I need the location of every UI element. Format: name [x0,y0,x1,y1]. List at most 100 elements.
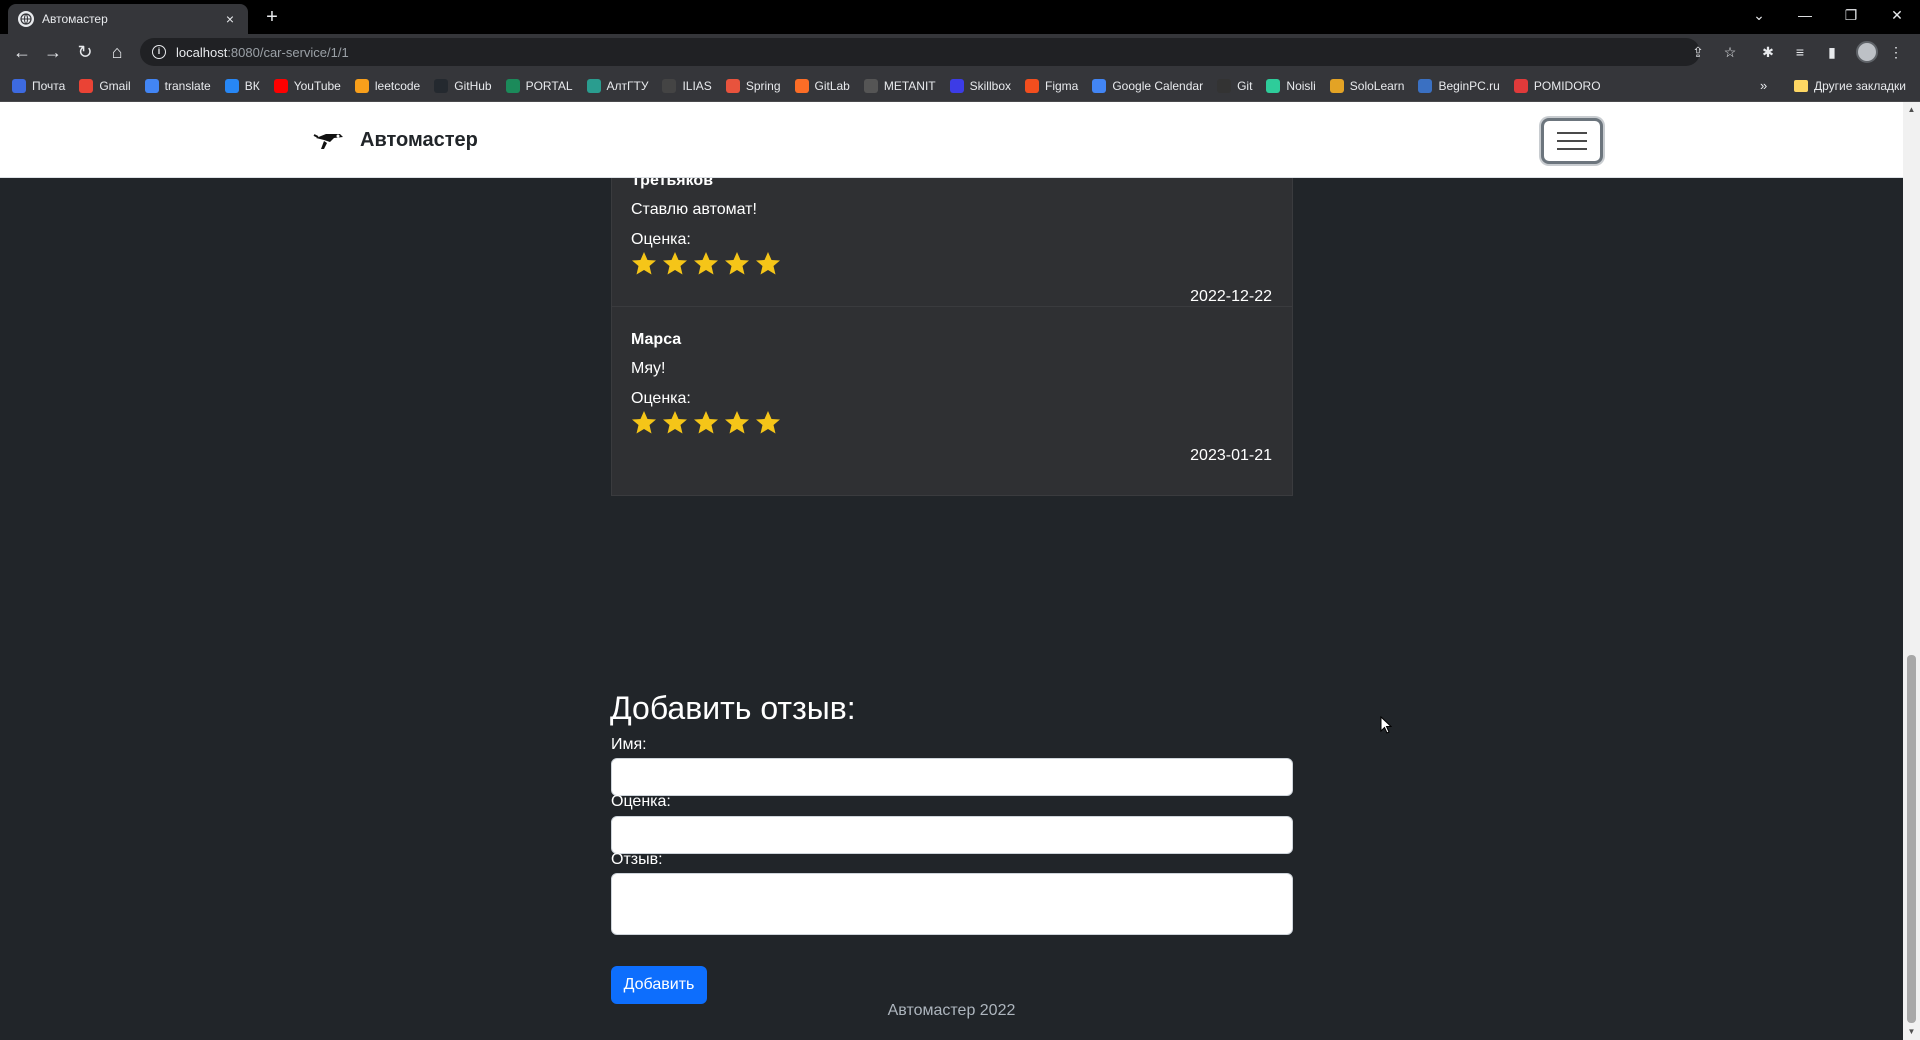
close-icon[interactable]: × [222,11,238,27]
share-icon[interactable]: ⇪ [1688,42,1708,62]
bookmark-item[interactable]: Spring [725,78,781,93]
forward-icon[interactable]: → [41,40,65,64]
translate-icon [144,78,159,93]
review-card: Марса Мяу! Оценка: 2023-01-21 [611,306,1293,496]
tab-search-icon[interactable]: ⌄ [1736,0,1782,30]
star-icon [725,252,749,275]
browser-tab[interactable]: Автомастер × [8,4,248,34]
new-tab-button[interactable]: + [260,6,284,30]
address-bar[interactable]: i localhost:8080/car-service/1/1 [140,38,1700,66]
gitlab-icon [794,78,809,93]
rating-label: Оценка: [611,793,671,810]
bookmark-item[interactable]: Git [1217,78,1253,93]
bookmark-item[interactable]: Gmail [79,78,131,93]
review-label: Отзыв: [611,851,663,868]
bookmark-item[interactable]: POMIDORO [1513,78,1601,93]
more-bookmarks-button[interactable]: » [1760,78,1767,93]
navbar-toggler-button[interactable] [1541,118,1603,164]
media-icon[interactable]: ≡ [1790,42,1810,62]
star-icon [694,252,718,275]
bookmark-label: Git [1237,78,1253,93]
portal-icon [505,78,520,93]
other-bookmarks-folder[interactable]: Другие закладки [1794,70,1906,102]
gmail-icon [79,78,94,93]
bookmark-star-icon[interactable]: ☆ [1720,42,1740,62]
bookmark-item[interactable]: ILIAS [662,78,712,93]
submit-button[interactable]: Добавить [611,966,707,1004]
bookmark-label: ВК [244,78,260,93]
brand-link[interactable]: Автомастер [312,126,478,154]
beginpc-icon [1418,78,1433,93]
hamburger-line [1557,132,1587,134]
github-icon [434,78,449,93]
bookmark-item[interactable]: Почта [12,78,65,93]
pomidoro-icon [1513,78,1528,93]
review-textarea[interactable] [611,873,1293,935]
url-host: localhost [176,44,228,60]
hamburger-line [1557,140,1587,142]
bookmark-item[interactable]: translate [144,78,211,93]
bookmark-item[interactable]: АлтГТУ [586,78,648,93]
star-icon [632,411,656,434]
bookmark-item[interactable]: ВК [224,78,260,93]
bookmark-item[interactable]: SoloLearn [1329,78,1405,93]
site-info-icon[interactable]: i [152,45,166,59]
star-icon [663,411,687,434]
name-input[interactable] [611,758,1293,796]
star-icon [663,252,687,275]
other-bookmarks-label: Другие закладки [1814,79,1906,93]
globe-icon [18,11,34,27]
bookmark-item[interactable]: Google Calendar [1092,78,1204,93]
scrollbar-thumb[interactable] [1907,655,1916,1023]
side-panel-icon[interactable]: ▮ [1822,42,1842,62]
bookmark-item[interactable]: Figma [1025,78,1078,93]
bookmark-label: BeginPC.ru [1438,78,1500,93]
bookmark-item[interactable]: Skillbox [949,78,1011,93]
bookmark-item[interactable]: GitLab [794,78,850,93]
metanit-icon [863,78,878,93]
browser-tab-strip: Автомастер × + ⌄ — ❐ ✕ [0,0,1920,34]
star-icon [725,411,749,434]
review-author: Марса [631,331,682,348]
back-icon[interactable]: ← [10,40,34,64]
menu-icon[interactable]: ⋮ [1886,42,1906,62]
bookmark-item[interactable]: BeginPC.ru [1418,78,1500,93]
car-service-logo-icon [313,134,343,149]
rating-input[interactable] [611,816,1293,854]
youtube-icon [273,78,288,93]
bookmark-label: POMIDORO [1533,78,1601,93]
bookmark-item[interactable]: leetcode [354,78,420,93]
home-icon[interactable]: ⌂ [105,40,129,64]
bookmark-item[interactable]: PORTAL [505,78,573,93]
noisli-icon [1266,78,1281,93]
url-path: :8080/car-service/1/1 [227,44,349,60]
bookmark-label: Skillbox [969,78,1011,93]
bookmark-label: SoloLearn [1349,78,1405,93]
figma-icon [1025,78,1039,93]
bookmark-label: METANIT [883,78,936,93]
bookmark-label: GitLab [814,78,850,93]
bookmark-item[interactable]: Noisli [1266,78,1316,93]
bookmark-item[interactable]: METANIT [863,78,936,93]
mail-icon [12,78,26,93]
profile-avatar[interactable] [1856,41,1878,63]
bookmark-label: GitHub [454,78,492,93]
review-date: 2022-12-22 [1190,288,1272,305]
minimize-button[interactable]: — [1782,0,1828,30]
folder-icon [1794,80,1808,92]
tab-title: Автомастер [42,12,108,26]
page-scrollbar[interactable]: ▲ ▼ [1903,102,1920,1040]
bookmark-item[interactable]: YouTube [273,78,341,93]
restore-button[interactable]: ❐ [1828,0,1874,30]
scroll-up-icon[interactable]: ▲ [1907,106,1916,114]
reload-icon[interactable]: ↻ [73,40,97,64]
extensions-icon[interactable]: ✱ [1758,42,1778,62]
bookmark-label: Spring [745,78,781,93]
scroll-down-icon[interactable]: ▼ [1907,1028,1916,1036]
bookmark-item[interactable]: GitHub [434,78,492,93]
spring-icon [725,78,740,93]
add-review-title: Добавить отзыв: [610,690,856,726]
review-rating-label: Оценка: [631,390,691,407]
window-close-button[interactable]: ✕ [1874,0,1920,30]
bookmark-label: Google Calendar [1112,78,1204,93]
